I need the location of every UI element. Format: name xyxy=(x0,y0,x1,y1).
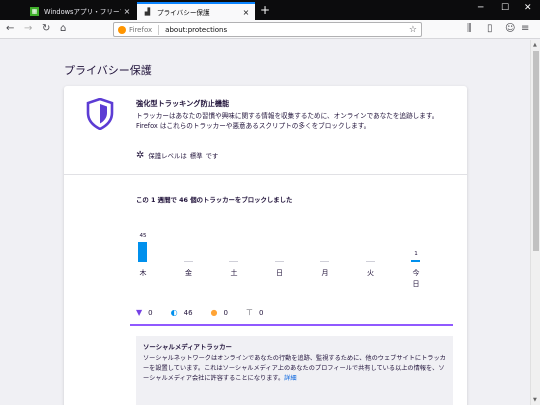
cryptominer-count: 0 xyxy=(258,308,264,317)
chart-bar xyxy=(411,260,420,262)
tab-privacy[interactable]: ▟ プライバシー保護 × xyxy=(137,2,255,20)
fingerprint-icon: ● xyxy=(210,308,218,317)
chart-data-label: 1 xyxy=(414,251,418,257)
protections-card: 強化型トラッキング防止機能 トラッカーはあなたの習慣や興味に関する情報を収集する… xyxy=(64,86,467,405)
tab-bar: ▦ Windowsアプリ・フリーソフトのおすす × ▟ プライバシー保護 × +… xyxy=(0,0,540,20)
forward-icon[interactable]: → xyxy=(24,23,32,34)
chart-tick-label: 月 xyxy=(321,269,329,277)
social-count: 0 xyxy=(148,308,153,317)
new-tab-icon[interactable]: + xyxy=(260,3,270,17)
divider xyxy=(64,174,467,175)
close-tab-icon[interactable]: × xyxy=(121,7,133,16)
url-bar[interactable]: Firefox about:protections ☆ xyxy=(113,22,422,37)
url-brand-label: Firefox xyxy=(129,25,153,34)
protection-level[interactable]: ✲ 保護レベルは 標準 です xyxy=(136,150,218,161)
fingerprint-count: 0 xyxy=(223,308,228,317)
thumbs-down-icon: ▼ xyxy=(136,308,143,317)
scrollbar[interactable]: ▲ ▼ xyxy=(530,40,540,405)
chart-bar-empty xyxy=(365,261,375,262)
url-separator xyxy=(158,24,160,35)
tab-social-trackers[interactable]: ▼ 0 xyxy=(136,308,153,317)
chart-tick-label: 金 xyxy=(185,269,192,277)
week-summary: この 1 週間で 46 個のトラッカーをブロックしました xyxy=(136,196,293,204)
tab-label: プライバシー保護 xyxy=(157,9,210,17)
chart-tick-label: 木 xyxy=(139,269,147,277)
minimize-icon[interactable]: ─ xyxy=(478,3,483,13)
detail-title: ソーシャルメディアトラッカー xyxy=(143,343,232,351)
identity-box[interactable]: Firefox xyxy=(118,25,153,34)
gear-icon: ✲ xyxy=(136,150,145,161)
tab-windows-apps[interactable]: ▦ Windowsアプリ・フリーソフトのおすす × xyxy=(24,2,136,20)
level-value: 標準 xyxy=(189,152,203,160)
chart-bar-empty xyxy=(320,261,329,262)
detail-text: ソーシャルネットワークはオンラインであなたの行動を追跡、監視するために、他のウェ… xyxy=(143,354,446,384)
close-tab-icon[interactable]: × xyxy=(240,8,252,17)
chart-data-label: 45 xyxy=(139,233,147,239)
chart-bar xyxy=(138,242,147,262)
chart-bar-empty xyxy=(183,261,193,262)
chart-tick-label: 日 xyxy=(276,269,283,277)
library-icon[interactable]: ⫼ xyxy=(467,23,472,34)
cryptominer-icon: ⊤ xyxy=(245,308,253,317)
firefox-icon xyxy=(118,25,126,34)
page-title: プライバシー保護 xyxy=(64,64,152,77)
scroll-thumb[interactable] xyxy=(533,51,539,251)
cookie-count: 46 xyxy=(183,308,193,317)
back-icon[interactable]: ← xyxy=(6,23,14,34)
url-input[interactable]: about:protections xyxy=(165,26,409,34)
active-tab-indicator xyxy=(130,324,453,326)
level-suffix: です xyxy=(205,152,219,160)
protection-title: 強化型トラッキング防止機能 xyxy=(136,99,230,108)
account-icon[interactable]: ☺ xyxy=(505,23,515,34)
tab-label: Windowsアプリ・フリーソフトのおすす xyxy=(44,8,121,16)
close-window-icon[interactable]: ✕ xyxy=(524,3,532,13)
site-favicon-icon: ▦ xyxy=(30,6,39,16)
scroll-up-icon[interactable]: ▲ xyxy=(533,42,537,48)
sidebar-icon[interactable]: ▯ xyxy=(487,23,493,34)
learn-more-link[interactable]: 詳細 xyxy=(284,375,296,382)
level-label: 保護レベルは xyxy=(148,152,187,160)
maximize-icon[interactable]: ☐ xyxy=(501,3,509,13)
chart-tick-label: 今 日 xyxy=(412,269,420,288)
tracker-type-tabs: ▼ 0 ◐ 46 ● 0 ⊤ 0 xyxy=(136,308,281,317)
chart-tick-label: 火 xyxy=(367,269,374,277)
tracker-detail-panel: ソーシャルメディアトラッカー ソーシャルネットワークはオンラインであなたの行動を… xyxy=(136,336,453,405)
protections-icon: ▟ xyxy=(144,8,151,16)
protection-description: トラッカーはあなたの習慣や興味に関する情報を収集するために、オンラインであなたを… xyxy=(136,112,439,131)
tab-fingerprinters[interactable]: ● 0 xyxy=(211,308,228,317)
nav-toolbar: ← → ↻ ⌂ Firefox about:protections ☆ ⫼ ▯ … xyxy=(0,20,540,39)
shield-icon xyxy=(86,98,114,130)
reload-icon[interactable]: ↻ xyxy=(42,23,50,34)
menu-icon[interactable]: ≡ xyxy=(521,23,529,34)
chart-tick-label: 土 xyxy=(230,269,238,277)
tab-cryptominers[interactable]: ⊤ 0 xyxy=(246,308,263,317)
scroll-down-icon[interactable]: ▼ xyxy=(533,397,537,403)
chart-bar-empty xyxy=(229,261,238,262)
home-icon[interactable]: ⌂ xyxy=(60,23,66,34)
tab-cookies[interactable]: ◐ 46 xyxy=(171,308,193,317)
bookmark-star-icon[interactable]: ☆ xyxy=(409,25,417,35)
cookie-icon: ◐ xyxy=(170,308,178,317)
chart-bar-empty xyxy=(274,261,284,262)
